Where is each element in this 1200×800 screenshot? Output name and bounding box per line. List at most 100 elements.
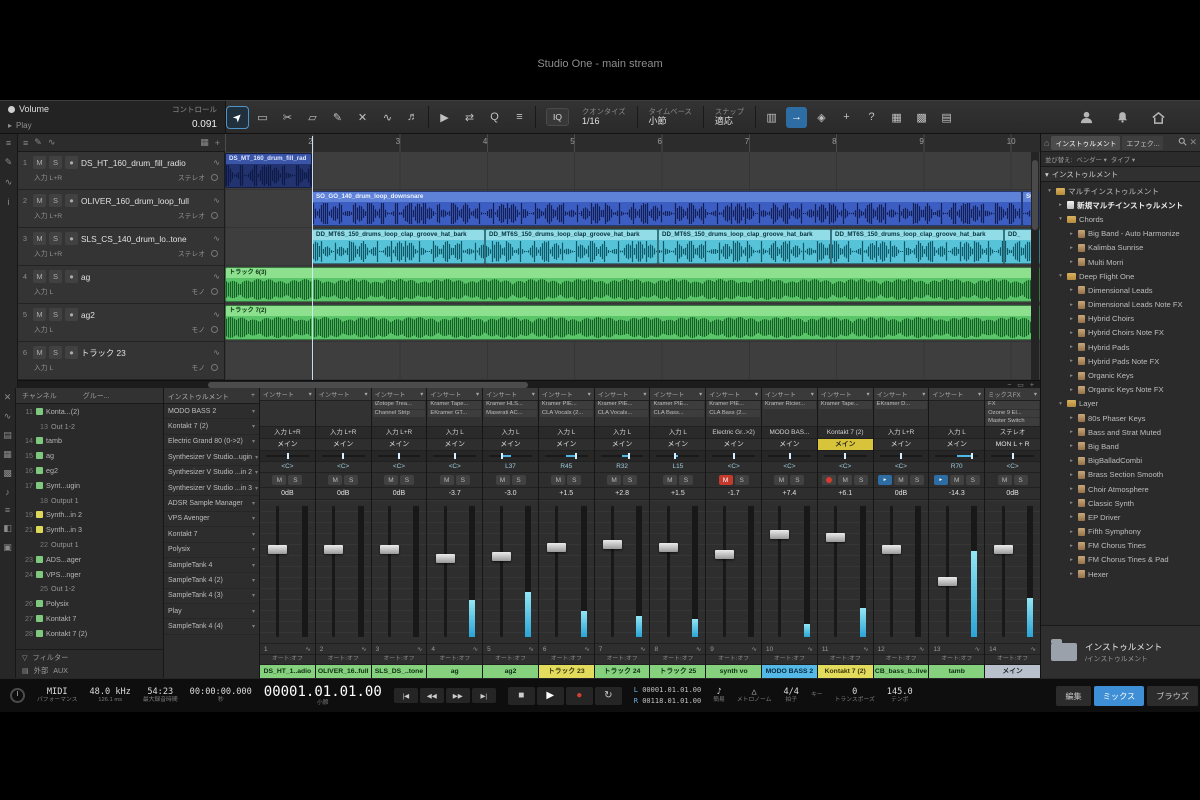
strip-output-label[interactable]: MON L + R [985,439,1040,451]
channel-list-item[interactable]: 23ADS...ager [16,552,163,567]
eraser-tool[interactable]: ▱ [302,107,323,128]
automation-mode[interactable]: オート:オフ [929,655,984,665]
stop-button[interactable]: ■ [508,687,535,705]
nav-button-2[interactable]: ブラウズ [1147,686,1198,706]
solo-button[interactable]: S [344,475,358,485]
solo-button[interactable]: S [966,475,980,485]
browser-tree-item[interactable]: ▸Big Band [1041,439,1200,453]
collapsed-arrow-icon[interactable]: ▸ [1068,472,1075,478]
insert-plugin[interactable]: iZotope Trea... [373,401,426,409]
browser-tree-item[interactable]: ▾Chords [1041,212,1200,226]
mute-button[interactable]: M [496,475,510,485]
add-instrument-button[interactable]: + [251,392,255,399]
solo-button[interactable]: S [400,475,414,485]
bell-icon[interactable] [1114,109,1130,125]
automation-mode[interactable]: オート:オフ [650,655,705,665]
pan-knob-icon[interactable] [211,250,218,257]
collapsed-arrow-icon[interactable]: ▸ [1068,557,1075,563]
insert-slots[interactable]: Kramer PIE...CLA Vocals... [595,401,650,427]
metronome-block[interactable]: △メトロノーム [737,687,772,704]
insert-plugin[interactable]: CLA Bass (2... [707,410,760,418]
track-header[interactable]: 2MS●OLIVER_160_drum_loop_full∿入力 L+Rステレオ [18,190,224,228]
insert-plugin[interactable]: Kramer PIE... [540,401,593,409]
pan-knob-icon[interactable] [211,288,218,295]
solo-button[interactable]: S [49,232,62,245]
collapsed-arrow-icon[interactable]: ▸ [1068,387,1075,393]
channel-list-item[interactable]: 14tamb [16,434,163,449]
arrange-rail-icon-2[interactable]: ∿ [5,177,13,188]
strip-name[interactable]: MODO BASS 2 [762,665,817,678]
insert-plugin[interactable]: Maserati AC... [484,410,537,418]
strip-name[interactable]: Kontakt 7 (2) [818,665,873,678]
browser-tree-item[interactable]: ▸FM Chorus Tines & Pad [1041,553,1200,567]
split-tool[interactable]: ✂ [277,107,298,128]
browser-tree-item[interactable]: ▸FM Chorus Tines [1041,539,1200,553]
waveform-view-icon[interactable]: ∿ [473,645,478,653]
snap-selector[interactable]: スナップ 適応 [708,107,751,127]
automation-mode[interactable]: オート:オフ [539,655,594,665]
insert-plugin[interactable]: Kramer Tape... [428,401,481,409]
insert-section-header[interactable]: インサート▾ [874,388,929,401]
mixer-strip[interactable]: インサート▾Kramer PIE...CLA Vocals (2...入力 Lメ… [539,388,594,678]
click-easy-block[interactable]: ♪簡易 [713,687,725,704]
mixer-strip[interactable]: インサート▾Kramer Tape...EKramer GT...入力 Lメイン… [427,388,482,678]
arrange-rail-icon-1[interactable]: ✎ [5,157,13,168]
track-grid-icon[interactable]: ▦ [200,137,209,148]
nav-button-1[interactable]: ミックス [1094,686,1145,706]
insert-slots[interactable]: FXOzone 9 El...Master Switch [985,401,1040,427]
nav-button-0[interactable]: 編集 [1056,686,1090,706]
mute-button[interactable]: M [272,475,286,485]
browser-tab[interactable]: エフェク... [1122,136,1163,150]
fader-handle[interactable] [938,577,957,586]
insert-slots[interactable]: Kramer Ricier... [762,401,817,427]
insert-slots[interactable] [260,401,315,427]
strip-output-label[interactable]: メイン [874,439,929,451]
mute-button[interactable]: M [440,475,454,485]
strip-input-label[interactable]: 入力 L [929,427,984,439]
mixer-strip[interactable]: インサート▾Kramer PIE...CLA Bass (2...Electri… [706,388,761,678]
fader-area[interactable] [929,500,984,644]
arrange-lane[interactable]: トラック 7(2) [225,304,1040,342]
collapsed-arrow-icon[interactable]: ▸ [1068,358,1075,364]
waveform-view-icon[interactable]: ∿ [213,310,220,319]
expand-arrow-icon[interactable]: ▾ [1046,188,1053,194]
automation-mode[interactable]: オート:オフ [372,655,427,665]
solo-button[interactable]: S [288,475,302,485]
track-list-wave-icon[interactable]: ∿ [48,137,56,148]
mute-button[interactable]: M [838,475,852,485]
strip-name[interactable]: synth vo [706,665,761,678]
browser-tree-item[interactable]: ▸Classic Synth [1041,496,1200,510]
rack-instrument-item[interactable]: VPS Avenger▾ [164,512,259,527]
insert-plugin[interactable]: EKramer D... [875,401,928,409]
fader-handle[interactable] [380,545,399,554]
insert-slots[interactable]: Kramer PIE...CLA Bass... [650,401,705,427]
search-icon[interactable] [1178,137,1187,148]
collapsed-arrow-icon[interactable]: ▸ [1068,458,1075,464]
fader-handle[interactable] [492,552,511,561]
waveform-view-icon[interactable]: ∿ [213,272,220,281]
fader-handle[interactable] [603,540,622,549]
mute-button[interactable]: M [774,475,788,485]
insert-section-header[interactable]: インサート▾ [929,388,984,401]
channel-list-item[interactable]: 11Konta...(2) [16,404,163,419]
strip-input-label[interactable]: MODO BAS... [762,427,817,439]
rack-instrument-item[interactable]: SampleTank 4▾ [164,558,259,573]
insert-slots[interactable]: iZotope Trea...Channel Strip [372,401,427,427]
mute-tool[interactable]: ✕ [352,107,373,128]
solo-button[interactable]: S [910,475,924,485]
pan-slider[interactable] [427,451,482,462]
collapsed-arrow-icon[interactable]: ▸ [1068,344,1075,350]
insert-slots[interactable]: Kramer HLS...Maserati AC... [483,401,538,427]
waveform-view-icon[interactable]: ∿ [752,645,757,653]
waveform-view-icon[interactable]: ∿ [213,348,220,357]
collapsed-arrow-icon[interactable]: ▸ [1068,500,1075,506]
arrange-lane[interactable]: DS_MT_160_drum_fill_rad [225,152,1040,190]
timecode-block[interactable]: 00:00:00.000 秒 [190,687,252,704]
expand-arrow-icon[interactable]: ▾ [1057,216,1064,222]
go-start-button[interactable]: |◀ [394,688,418,703]
strip-output-label[interactable]: メイン [818,439,873,451]
insert-plugin[interactable]: Kramer HLS... [484,401,537,409]
rack-instrument-item[interactable]: SampleTank 4 (4)▾ [164,619,259,634]
insert-section-header[interactable]: インサート▾ [260,388,315,401]
channel-list-item[interactable]: 27Kontakt 7 [16,611,163,626]
